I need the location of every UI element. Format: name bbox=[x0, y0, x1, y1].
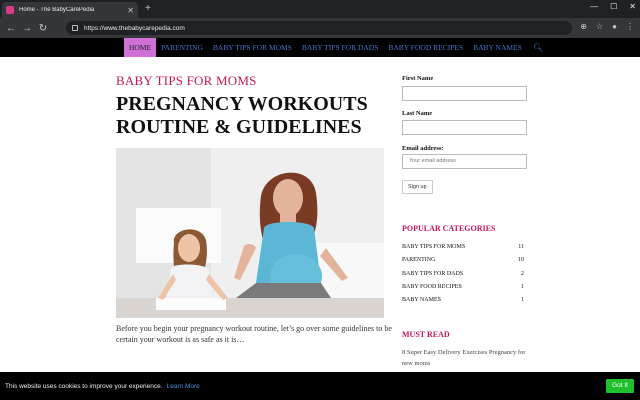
close-window-icon[interactable]: ✕ bbox=[629, 2, 636, 11]
nav-parenting[interactable]: Parenting bbox=[156, 38, 208, 57]
toolbar-icons: ⊕ ☆ ● ⋮ bbox=[580, 22, 634, 31]
category-name: Baby Tips for Dads bbox=[402, 270, 464, 277]
category-name: Baby Tips for Moms bbox=[402, 244, 466, 250]
learn-more-link[interactable]: Learn More bbox=[167, 383, 200, 390]
category-item[interactable]: Parenting 10 bbox=[402, 254, 524, 267]
email-label: Email address: bbox=[402, 145, 444, 152]
search-icon[interactable]: 🔍︎ bbox=[533, 43, 543, 52]
category-count: 10 bbox=[518, 257, 524, 264]
signup-button[interactable]: Sign up bbox=[402, 180, 433, 194]
first-name-input[interactable] bbox=[402, 86, 527, 101]
close-tab-icon[interactable]: ✕ bbox=[127, 6, 134, 15]
popular-categories-list: Baby Tips for Moms 11 Parenting 10 Baby Ti… bbox=[402, 241, 524, 307]
reload-icon[interactable]: ↻ bbox=[38, 23, 48, 34]
category-count: 1 bbox=[521, 283, 524, 290]
category-name: Parenting bbox=[402, 257, 436, 264]
minimize-icon[interactable]: — bbox=[590, 2, 598, 11]
new-tab-icon[interactable]: + bbox=[145, 3, 151, 14]
nav-home[interactable]: Home bbox=[124, 38, 157, 57]
article-title[interactable]: PREGNANCY WORKOUTS ROUTINE & GUIDELINES bbox=[116, 93, 391, 139]
browser-tab[interactable]: Home - The BabyCarePedia ✕ bbox=[2, 2, 138, 18]
article-category[interactable]: BABY TIPS FOR MOMS bbox=[116, 73, 257, 89]
category-name: Baby Names bbox=[402, 297, 441, 304]
nav-baby-food-recipes[interactable]: Baby Food Recipes bbox=[383, 38, 468, 57]
menu-dots-icon[interactable]: ⋮ bbox=[626, 22, 634, 31]
section-heading-cutoff bbox=[116, 57, 118, 63]
window-controls: — ☐ ✕ bbox=[590, 2, 636, 11]
popular-categories-heading: POPULAR CATEGORIES bbox=[402, 224, 496, 233]
must-read-heading: MUST READ bbox=[402, 330, 450, 339]
newsletter-heading-cutoff bbox=[402, 57, 532, 72]
category-count: 11 bbox=[518, 244, 524, 250]
nav-baby-tips-moms[interactable]: Baby Tips for Moms bbox=[208, 38, 297, 57]
email-input[interactable]: Your email address bbox=[402, 154, 527, 169]
forward-arrow-icon[interactable]: → bbox=[22, 23, 32, 34]
nav-baby-names[interactable]: Baby Names bbox=[468, 38, 527, 57]
site-favicon-icon bbox=[6, 6, 14, 14]
lock-icon bbox=[72, 25, 78, 31]
article-hero-image[interactable] bbox=[116, 148, 384, 318]
profile-icon[interactable]: ● bbox=[612, 22, 617, 31]
category-name: Baby Food Recipes bbox=[402, 283, 462, 290]
article-excerpt: Before you begin your pregnancy workout … bbox=[116, 324, 392, 344]
cookie-banner: This website uses cookies to improve you… bbox=[0, 372, 640, 400]
category-item[interactable]: Baby Food Recipes 1 bbox=[402, 281, 524, 294]
maximize-icon[interactable]: ☐ bbox=[610, 2, 617, 11]
must-read-item[interactable]: 8 Super Easy Delivery Exercises Pregnanc… bbox=[402, 347, 532, 369]
back-arrow-icon[interactable]: ← bbox=[6, 23, 16, 34]
main-menu: Home Parenting Baby Tips for Moms Baby T… bbox=[124, 38, 543, 57]
category-item[interactable]: Baby Tips for Dads 2 bbox=[402, 268, 524, 281]
address-bar[interactable]: https://www.thebabycarepedia.com bbox=[66, 21, 572, 35]
cookie-text: This website uses cookies to improve you… bbox=[5, 382, 163, 390]
browser-tab-strip: Home - The BabyCarePedia ✕ + — ☐ ✕ bbox=[0, 0, 640, 18]
tab-title: Home - The BabyCarePedia bbox=[19, 7, 95, 13]
last-name-input[interactable] bbox=[402, 120, 527, 135]
browser-toolbar: ← → ↻ https://www.thebabycarepedia.com ⊕… bbox=[0, 18, 640, 38]
site-navbar: Home Parenting Baby Tips for Moms Baby T… bbox=[0, 38, 640, 57]
category-count: 1 bbox=[521, 297, 524, 304]
nav-baby-tips-dads[interactable]: Baby Tips for Dads bbox=[297, 38, 383, 57]
url-text: https://www.thebabycarepedia.com bbox=[84, 24, 185, 32]
last-name-label: Last Name bbox=[402, 110, 433, 117]
got-it-button[interactable]: Got It bbox=[606, 379, 634, 393]
category-item[interactable]: Baby Tips for Moms 11 bbox=[402, 241, 524, 254]
category-item[interactable]: Baby Names 1 bbox=[402, 294, 524, 307]
bookmark-star-icon[interactable]: ☆ bbox=[596, 22, 603, 31]
first-name-label: First Name bbox=[402, 75, 434, 82]
zoom-icon[interactable]: ⊕ bbox=[580, 22, 587, 31]
category-count: 2 bbox=[521, 270, 524, 277]
